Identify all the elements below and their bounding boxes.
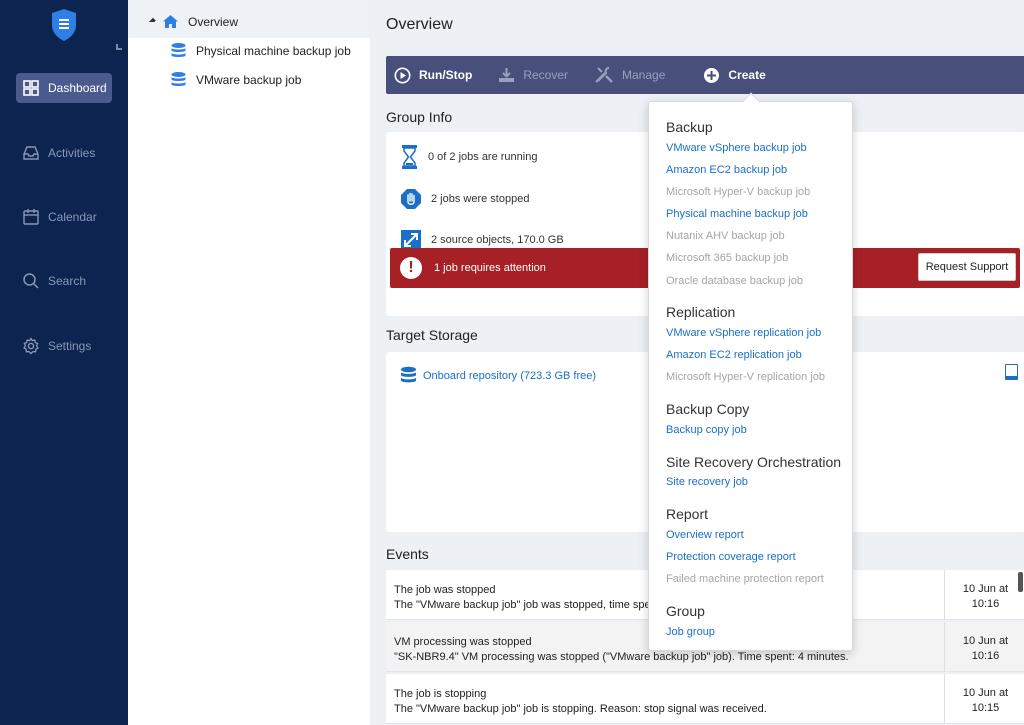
menu-item-vsphere-backup[interactable]: VMware vSphere backup job	[666, 142, 807, 154]
jobs-running-text: 0 of 2 jobs are running	[428, 151, 538, 163]
menu-heading-group: Group	[666, 603, 705, 619]
stop-hand-icon	[401, 189, 421, 209]
recover-label: Recover	[523, 68, 569, 82]
menu-item-vsphere-replication[interactable]: VMware vSphere replication job	[666, 327, 821, 339]
run-stop-button[interactable]: Run/Stop	[394, 67, 472, 84]
left-nav: Dashboard Activities Calendar Search Set…	[0, 0, 128, 725]
scrollbar-thumb[interactable]	[1018, 572, 1023, 592]
job-tree-panel: Overview Physical machine backup job VMw…	[128, 0, 370, 725]
tree-item-label: Physical machine backup job	[196, 43, 351, 58]
event-date: 10 Jun at	[962, 583, 1009, 595]
event-time: 10:16	[971, 598, 1000, 610]
run-stop-label: Run/Stop	[419, 68, 473, 82]
group-info-heading: Group Info	[386, 109, 453, 125]
nav-item-dashboard[interactable]: Dashboard	[16, 73, 112, 103]
plus-circle-icon	[704, 67, 720, 83]
manage-label: Manage	[622, 68, 666, 82]
event-detail: "SK-NBR9.4" VM processing was stopped ("…	[394, 651, 849, 663]
repository-link[interactable]: Onboard repository (723.3 GB free)	[400, 366, 596, 385]
dashboard-icon	[22, 79, 40, 97]
attention-text: 1 job requires attention	[434, 262, 546, 274]
event-date: 10 Jun at	[962, 687, 1009, 699]
jobs-running-row: 0 of 2 jobs are running	[400, 144, 537, 170]
menu-item-physical-backup[interactable]: Physical machine backup job	[666, 208, 808, 220]
menu-item-job-group[interactable]: Job group	[666, 626, 715, 638]
tree-item-physical-job[interactable]: Physical machine backup job	[170, 42, 351, 59]
nav-item-activities[interactable]: Activities	[16, 138, 112, 168]
calendar-icon	[22, 208, 40, 226]
nav-label: Dashboard	[48, 81, 107, 95]
menu-item-site-recovery[interactable]: Site recovery job	[666, 476, 748, 488]
menu-item-oracle-backup: Oracle database backup job	[666, 275, 803, 287]
event-title: The job is stopping	[394, 688, 487, 700]
request-support-button[interactable]: Request Support	[918, 253, 1016, 281]
nav-item-settings[interactable]: Settings	[16, 331, 112, 361]
nav-label: Search	[48, 274, 87, 288]
tree-item-label: VMware backup job	[196, 72, 302, 87]
target-storage-heading: Target Storage	[386, 327, 478, 343]
play-circle-icon	[394, 67, 411, 83]
jobs-stopped-text: 2 jobs were stopped	[431, 193, 530, 205]
table-row[interactable]: The job is stopping The "VMware backup j…	[386, 674, 1024, 724]
nav-label: Settings	[48, 339, 92, 353]
gear-icon	[22, 337, 40, 355]
menu-item-ec2-backup[interactable]: Amazon EC2 backup job	[666, 164, 787, 176]
menu-item-coverage-report[interactable]: Protection coverage report	[666, 551, 796, 563]
event-text: The job is stopping The "VMware backup j…	[394, 687, 767, 717]
menu-item-nutanix-backup: Nutanix AHV backup job	[666, 230, 785, 242]
menu-heading-report: Report	[666, 506, 709, 522]
repository-label: Onboard repository (723.3 GB free)	[423, 369, 597, 382]
menu-item-hyperv-backup: Microsoft Hyper-V backup job	[666, 186, 811, 198]
event-time: 10:15	[971, 702, 1000, 714]
menu-heading-backup: Backup	[666, 119, 713, 135]
hourglass-icon	[402, 145, 417, 169]
home-icon	[163, 15, 178, 28]
page-title: Overview	[386, 16, 453, 33]
menu-item-failed-report: Failed machine protection report	[666, 573, 824, 585]
event-time: 10:16	[971, 650, 1000, 662]
tools-icon	[595, 67, 613, 83]
job-stack-icon	[171, 43, 186, 57]
menu-heading-site-recovery: Site Recovery Orchestration	[666, 454, 842, 470]
event-date-cell: 10 Jun at 10:16	[944, 570, 1024, 620]
toolbar: Run/Stop Recover Manage Create	[386, 56, 1024, 94]
alert-icon: !	[400, 257, 422, 279]
tree-item-overview[interactable]: Overview	[148, 14, 239, 29]
menu-item-m365-backup: Microsoft 365 backup job	[666, 252, 789, 264]
menu-item-hyperv-replication: Microsoft Hyper-V replication job	[666, 371, 825, 383]
menu-heading-replication: Replication	[666, 304, 736, 320]
menu-item-overview-report[interactable]: Overview report	[666, 529, 744, 541]
jobs-stopped-row: 2 jobs were stopped	[400, 188, 529, 210]
create-menu: Backup VMware vSphere backup job Amazon …	[648, 92, 853, 651]
event-date-cell: 10 Jun at 10:15	[944, 674, 1024, 724]
nav-item-calendar[interactable]: Calendar	[16, 202, 112, 232]
nav-label: Calendar	[48, 210, 97, 224]
manage-button[interactable]: Manage	[594, 66, 665, 84]
collapse-nav-icon[interactable]	[116, 44, 122, 50]
tree-item-label: Overview	[188, 14, 239, 29]
job-stack-icon	[171, 72, 186, 86]
event-date: 10 Jun at	[962, 635, 1009, 647]
events-scrollbar[interactable]	[1016, 570, 1024, 725]
source-objects-text: 2 source objects, 170.0 GB	[431, 234, 564, 246]
create-button[interactable]: Create	[703, 67, 766, 84]
search-icon	[22, 272, 40, 290]
inbox-icon	[22, 144, 40, 162]
nav-item-search[interactable]: Search	[16, 266, 112, 296]
download-icon	[499, 67, 515, 82]
menu-heading-backup-copy: Backup Copy	[666, 401, 750, 417]
app-logo-icon[interactable]	[50, 8, 78, 42]
event-date-cell: 10 Jun at 10:16	[944, 622, 1024, 672]
create-label: Create	[728, 68, 766, 82]
disk-usage-icon	[1005, 364, 1018, 380]
event-detail: The "VMware backup job" job is stopping.…	[394, 703, 767, 715]
menu-item-ec2-replication[interactable]: Amazon EC2 replication job	[666, 349, 802, 361]
tree-item-vmware-job[interactable]: VMware backup job	[170, 71, 301, 88]
recover-button[interactable]: Recover	[498, 67, 568, 84]
nav-label: Activities	[48, 146, 96, 160]
menu-item-backup-copy[interactable]: Backup copy job	[666, 424, 747, 436]
events-heading: Events	[386, 546, 429, 562]
database-icon	[401, 366, 416, 383]
tree-expand-icon[interactable]	[148, 17, 158, 26]
